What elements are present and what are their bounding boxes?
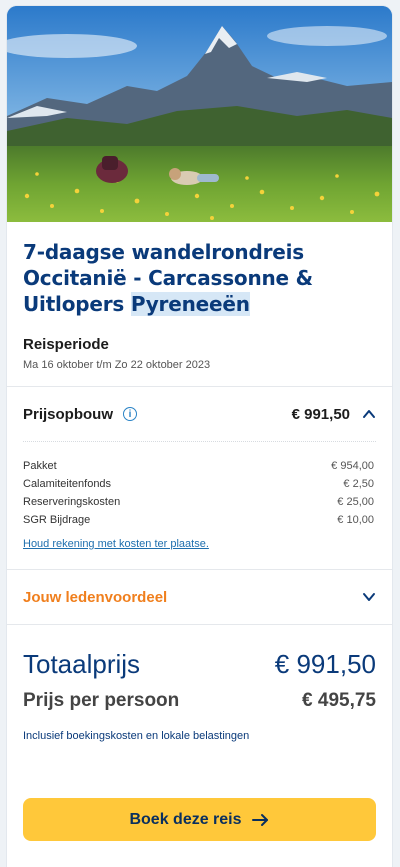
price-breakdown-title: Prijsopbouw xyxy=(23,405,113,423)
breakdown-value: € 10,00 xyxy=(337,514,374,526)
trip-title-highlight: Pyreneeën xyxy=(130,292,250,316)
period-label: Reisperiode xyxy=(23,336,109,353)
breakdown-row: Calamiteitenfonds € 2,50 xyxy=(23,475,376,493)
price-breakdown-list: Pakket € 954,00 Calamiteitenfonds € 2,50… xyxy=(23,442,376,552)
book-trip-label: Boek deze reis xyxy=(129,810,242,828)
per-person-row: Prijs per persoon € 495,75 xyxy=(23,690,376,712)
trip-title: 7-daagse wandelrondreis Occitanië - Carc… xyxy=(23,239,376,317)
chevron-down-icon[interactable] xyxy=(362,590,376,604)
breakdown-label: Pakket xyxy=(23,460,57,472)
inclusive-note: Inclusief boekingskosten en lokale belas… xyxy=(23,730,250,742)
arrow-right-icon xyxy=(251,813,268,826)
info-icon[interactable]: i xyxy=(123,407,137,421)
price-breakdown-summary: € 991,50 xyxy=(292,406,376,423)
per-person-label: Prijs per persoon xyxy=(23,690,180,711)
price-breakdown-title-group: Prijsopbouw i xyxy=(23,406,137,423)
booking-card: 7-daagse wandelrondreis Occitanië - Carc… xyxy=(7,6,392,867)
total-row: Totaalprijs € 991,50 xyxy=(23,649,376,680)
divider xyxy=(7,624,392,625)
card-content: 7-daagse wandelrondreis Occitanië - Carc… xyxy=(7,239,392,742)
chevron-up-icon[interactable] xyxy=(362,407,376,421)
breakdown-value: € 954,00 xyxy=(331,460,374,472)
breakdown-value: € 2,50 xyxy=(343,478,374,490)
member-benefit-header[interactable]: Jouw ledenvoordeel xyxy=(23,570,376,624)
breakdown-row: SGR Bijdrage € 10,00 xyxy=(23,511,376,529)
per-person-value: € 495,75 xyxy=(302,690,376,711)
period-value: Ma 16 oktober t/m Zo 22 oktober 2023 xyxy=(23,359,211,371)
breakdown-row: Reserveringskosten € 25,00 xyxy=(23,493,376,511)
breakdown-label: Calamiteitenfonds xyxy=(23,478,112,490)
breakdown-label: Reserveringskosten xyxy=(23,496,121,508)
book-trip-button[interactable]: Boek deze reis xyxy=(23,798,376,841)
price-breakdown-total: € 991,50 xyxy=(291,405,350,423)
breakdown-label: SGR Bijdrage xyxy=(23,514,91,526)
total-value: € 991,50 xyxy=(274,649,376,679)
hero-photo xyxy=(7,6,392,222)
price-breakdown-header[interactable]: Prijsopbouw i € 991,50 xyxy=(23,387,376,441)
local-costs-link[interactable]: Houd rekening met kosten ter plaatse. xyxy=(23,538,209,550)
breakdown-row: Pakket € 954,00 xyxy=(23,457,376,475)
member-benefit-title: Jouw ledenvoordeel xyxy=(23,588,168,606)
mountain-landscape-image xyxy=(7,6,392,222)
total-label: Totaalprijs xyxy=(23,649,141,679)
breakdown-value: € 25,00 xyxy=(337,496,374,508)
